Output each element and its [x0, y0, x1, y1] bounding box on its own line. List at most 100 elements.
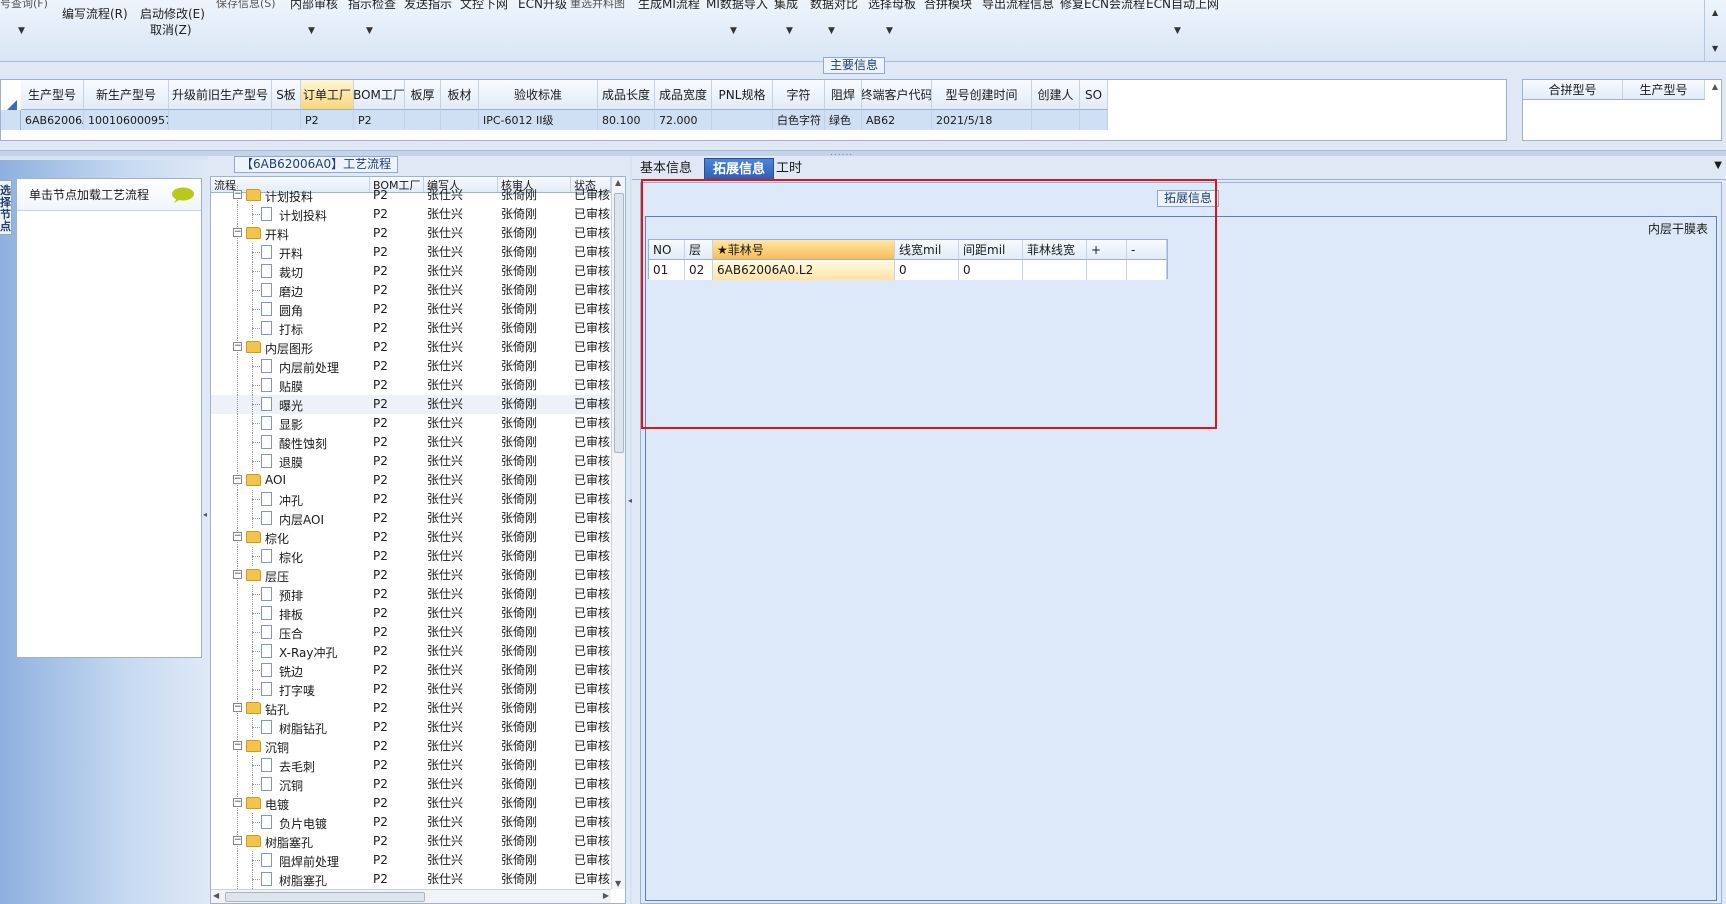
tree-node[interactable]: 铣边 [211, 661, 370, 680]
tree-row[interactable]: 阻焊前处理 P2 张仕兴 张倚刚 已审核 [211, 851, 611, 870]
tree-node[interactable]: − 内层图形 [211, 338, 370, 357]
table-cell[interactable] [441, 110, 479, 130]
tree-node[interactable]: 排板 [211, 604, 370, 623]
column-header[interactable]: 升级前旧生产型号 [169, 80, 272, 110]
column-header[interactable]: 板厚 [405, 80, 441, 110]
tree-row[interactable]: − 电镀 P2 张仕兴 张倚刚 已审核 [211, 794, 611, 813]
tree-row[interactable]: 预排 P2 张仕兴 张倚刚 已审核 [211, 585, 611, 604]
table-cell[interactable]: IPC-6012 II级 [479, 110, 598, 130]
tree-node[interactable]: 阻焊前处理 [211, 851, 370, 870]
table-cell[interactable] [272, 110, 301, 130]
tree-node[interactable]: − 层压 [211, 566, 370, 585]
dry-film-column-header[interactable]: - [1127, 240, 1167, 260]
tree-node[interactable]: 树脂钻孔 [211, 718, 370, 737]
tree-node[interactable]: 显影 [211, 414, 370, 433]
tree-node[interactable]: 树脂塞孔 [211, 870, 370, 889]
table-cell[interactable] [1080, 110, 1108, 130]
table-cell[interactable] [1032, 110, 1080, 130]
column-header[interactable]: 订单工厂 [301, 80, 354, 110]
column-header[interactable]: 阻焊 [825, 80, 862, 110]
dry-film-cell[interactable]: 0 [895, 260, 959, 280]
table-cell[interactable]: 2021/5/18 [932, 110, 1032, 130]
column-header[interactable]: BOM工厂 [354, 80, 405, 110]
dry-film-cell[interactable]: 02 [685, 260, 713, 280]
table-cell[interactable]: 6AB62006A0 [21, 110, 84, 130]
tree-row[interactable]: − 沉铜 P2 张仕兴 张倚刚 已审核 [211, 737, 611, 756]
toolbar-scroll-down-icon[interactable]: ▼ [1712, 44, 1718, 53]
tree-row[interactable]: − 计划投料 P2 张仕兴 张倚刚 已审核 [211, 186, 611, 205]
tree-row[interactable]: − 棕化 P2 张仕兴 张倚刚 已审核 [211, 528, 611, 547]
tree-row[interactable]: 内层AOI P2 张仕兴 张倚刚 已审核 [211, 509, 611, 528]
toolbar-item[interactable]: ECN自动上网 [1146, 0, 1219, 12]
collapse-toggle-icon[interactable]: − [233, 703, 242, 712]
collapse-toggle-icon[interactable]: − [233, 190, 242, 199]
dry-film-column-header[interactable]: 线宽mil [895, 240, 959, 260]
tree-node[interactable]: 磨边 [211, 281, 370, 300]
column-header[interactable]: 生产型号 [1623, 80, 1705, 100]
column-header[interactable]: 创建人 [1032, 80, 1080, 110]
toolbar-item[interactable]: ECN升级 [518, 0, 567, 12]
tree-node[interactable]: 棕化 [211, 547, 370, 566]
tree-node[interactable]: 贴膜 [211, 376, 370, 395]
dropdown-arrow-icon[interactable]: ▼ [18, 26, 25, 36]
toolbar-item[interactable]: 导出流程信息 [982, 0, 1054, 12]
toolbar-item[interactable]: 文控下网 [460, 0, 508, 12]
tree-node[interactable]: 冲孔 [211, 490, 370, 509]
tree-node[interactable]: − 沉铜 [211, 737, 370, 756]
tree-row[interactable]: 打标 P2 张仕兴 张倚刚 已审核 [211, 319, 611, 338]
dry-film-cell[interactable]: 01 [649, 260, 685, 280]
tree-node[interactable]: X-Ray冲孔 [211, 642, 370, 661]
tree-node[interactable]: 计划投料 [211, 205, 370, 224]
collapse-toggle-icon[interactable]: − [233, 228, 242, 237]
collapse-toggle-icon[interactable]: − [233, 836, 242, 845]
merge-scroll-arrow-icon[interactable]: ▲ [1712, 82, 1718, 91]
tree-row[interactable]: − 开料 P2 张仕兴 张倚刚 已审核 [211, 224, 611, 243]
toolbar-item[interactable]: 发送指示 [404, 0, 452, 12]
dry-film-cell[interactable]: 0 [959, 260, 1023, 280]
tree-row[interactable]: − 内层图形 P2 张仕兴 张倚刚 已审核 [211, 338, 611, 357]
column-header[interactable]: 成品宽度 [655, 80, 712, 110]
dropdown-arrow-icon[interactable]: ▼ [886, 26, 893, 36]
tree-node[interactable]: − 计划投料 [211, 186, 370, 205]
dropdown-arrow-icon[interactable]: ▼ [366, 26, 373, 36]
scroll-down-icon[interactable]: ▼ [615, 879, 621, 888]
toolbar-item[interactable]: 内部审核 [290, 0, 338, 12]
toolbar-item[interactable]: 集成 [774, 0, 798, 12]
tree-row[interactable]: 冲孔 P2 张仕兴 张倚刚 已审核 [211, 490, 611, 509]
row-header-cell[interactable] [1, 110, 21, 130]
film-number-input[interactable]: 6AB62006A0.L2 [713, 260, 895, 280]
collapse-toggle-icon[interactable]: − [233, 570, 242, 579]
tree-row[interactable]: 排板 P2 张仕兴 张倚刚 已审核 [211, 604, 611, 623]
tree-row[interactable]: 打字唛 P2 张仕兴 张倚刚 已审核 [211, 680, 611, 699]
column-header[interactable]: SO [1080, 80, 1108, 110]
dropdown-arrow-icon[interactable]: ▼ [828, 26, 835, 36]
tree-node[interactable]: − 棕化 [211, 528, 370, 547]
collapse-toggle-icon[interactable]: − [233, 532, 242, 541]
tree-row[interactable]: 磨边 P2 张仕兴 张倚刚 已审核 [211, 281, 611, 300]
tree-row[interactable]: − AOI P2 张仕兴 张倚刚 已审核 [211, 471, 611, 490]
tree-row[interactable]: 曝光 P2 张仕兴 张倚刚 已审核 [211, 395, 611, 414]
column-header[interactable]: 终端客户代码 [862, 80, 932, 110]
tree-horizontal-scroll-thumb[interactable] [225, 892, 425, 902]
tree-row[interactable]: 铣边 P2 张仕兴 张倚刚 已审核 [211, 661, 611, 680]
dropdown-arrow-icon[interactable]: ▼ [786, 26, 793, 36]
column-header[interactable]: S板 [272, 80, 301, 110]
column-header[interactable]: 验收标准 [479, 80, 598, 110]
toolbar-item[interactable]: 保存信息(S) [216, 0, 276, 11]
toolbar-item[interactable]: 数据对比 [810, 0, 858, 12]
table-cell[interactable] [712, 110, 773, 130]
tree-row[interactable]: 树脂塞孔 P2 张仕兴 张倚刚 已审核 [211, 870, 611, 889]
tree-node[interactable]: 内层AOI [211, 509, 370, 528]
table-cell[interactable] [405, 110, 441, 130]
tree-node[interactable]: − 钻孔 [211, 699, 370, 718]
tree-row[interactable]: − 树脂塞孔 P2 张仕兴 张倚刚 已审核 [211, 832, 611, 851]
tree-node[interactable]: 压合 [211, 623, 370, 642]
tree-node[interactable]: − AOI [211, 471, 370, 490]
table-cell[interactable]: P2 [301, 110, 354, 130]
toolbar-item[interactable]: 修复ECN会流程 [1060, 0, 1145, 12]
tree-row[interactable]: 去毛刺 P2 张仕兴 张倚刚 已审核 [211, 756, 611, 775]
tree-node[interactable]: 去毛刺 [211, 756, 370, 775]
toolbar-item[interactable]: 编写流程(R) [62, 5, 128, 22]
tree-node[interactable]: 预排 [211, 585, 370, 604]
table-cell[interactable]: 白色字符 [773, 110, 825, 130]
